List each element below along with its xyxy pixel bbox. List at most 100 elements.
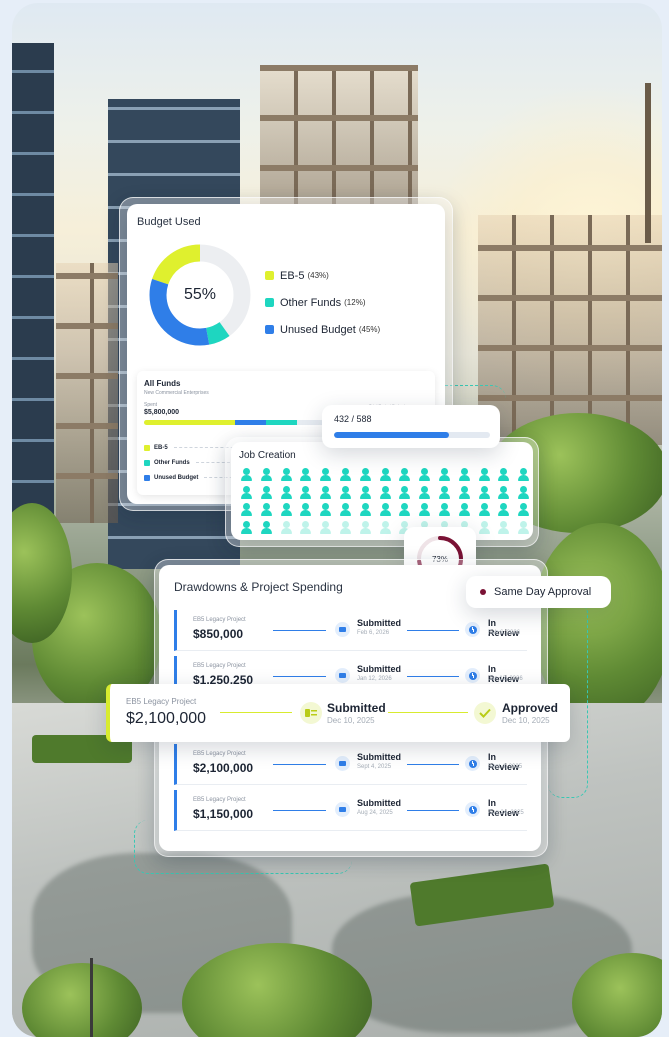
legend-item-other-funds: Other Funds (12%)	[265, 289, 380, 316]
person-icon	[277, 501, 297, 518]
drawdown-amount: $2,100,000	[193, 761, 254, 775]
person-icon	[475, 519, 495, 536]
person-icon	[296, 519, 316, 536]
person-icon	[356, 466, 376, 483]
person-icon	[494, 484, 514, 501]
unused-swatch	[144, 474, 150, 481]
person-icon	[356, 484, 376, 501]
timeline-line	[220, 712, 292, 713]
clock-icon	[465, 668, 480, 683]
timeline-line	[273, 810, 326, 811]
timeline-line	[273, 764, 326, 765]
job-creation-card: Job Creation	[231, 442, 533, 540]
street-lamp	[90, 958, 93, 1037]
jobs-progress-track	[334, 432, 490, 438]
document-icon	[300, 702, 322, 724]
status-date: Jan 12, 2026	[357, 676, 392, 682]
clock-icon	[465, 622, 480, 637]
legend-pct: (12%)	[344, 298, 366, 307]
budget-legend: EB-5 (43%) Other Funds (12%) Unused Budg…	[265, 262, 380, 343]
status-date: Dec 10, 2025	[502, 716, 550, 725]
status-submitted: Submitted	[357, 664, 401, 674]
person-icon	[455, 501, 475, 518]
status-date: Jan 12, 2026	[488, 676, 523, 682]
jobs-progress-fill	[334, 432, 449, 438]
person-icon	[237, 519, 257, 536]
timeline-line	[407, 764, 459, 765]
unused-swatch	[265, 325, 274, 334]
drawdown-amount: $1,150,000	[193, 807, 254, 821]
status-submitted: Submitted	[327, 701, 386, 715]
drawdown-amount: $850,000	[193, 627, 244, 641]
status-date: Feb 6, 2026	[488, 630, 521, 636]
person-icon	[455, 466, 475, 483]
status-submitted: Submitted	[357, 798, 401, 808]
person-icon	[296, 484, 316, 501]
same-day-label: Same Day Approval	[494, 586, 592, 598]
approved-drawdown-row[interactable]: EB5 Legacy Project $2,100,000 Submitted …	[106, 684, 570, 742]
legend-pct: (43%)	[307, 271, 329, 280]
person-icon	[237, 484, 257, 501]
spent-label: Spent	[144, 402, 158, 408]
person-icon	[376, 501, 396, 518]
eb5-segment	[144, 420, 235, 425]
person-icon	[356, 501, 376, 518]
status-date: Sept 4, 2025	[488, 764, 523, 770]
person-icon	[435, 501, 455, 518]
person-icon	[277, 484, 297, 501]
person-icon	[316, 519, 336, 536]
person-icon	[395, 484, 415, 501]
check-icon	[474, 702, 496, 724]
construction-frame-center	[260, 65, 418, 215]
status-date: Sept 4, 2025	[357, 764, 392, 770]
person-icon	[336, 466, 356, 483]
document-icon	[335, 622, 350, 637]
job-people-grid	[237, 466, 534, 535]
person-icon	[376, 484, 396, 501]
person-icon	[494, 466, 514, 483]
person-icon	[296, 466, 316, 483]
person-icon	[237, 466, 257, 483]
legend-label: EB-5	[154, 444, 168, 451]
person-icon	[494, 501, 514, 518]
drawdown-row[interactable]: EB5 Legacy Project $1,150,000 Submitted Aug…	[174, 790, 527, 831]
legend-label: EB-5	[280, 269, 305, 282]
drawdowns-title: Drawdowns & Project Spending	[174, 580, 343, 594]
drawdown-row[interactable]: EB5 Legacy Project $850,000 Submitted Feb 6…	[174, 610, 527, 651]
other-funds-swatch	[265, 298, 274, 307]
all-funds-subtitle: New Commercial Enterprises	[144, 390, 209, 396]
jobs-progress-card: 432 / 588	[322, 405, 500, 448]
person-icon	[336, 484, 356, 501]
legend-label: Unused Budget	[154, 474, 199, 481]
document-icon	[335, 802, 350, 817]
timeline-line	[273, 630, 326, 631]
legend-item-eb5: EB-5 (43%)	[265, 262, 380, 289]
person-icon	[316, 466, 336, 483]
person-icon	[475, 466, 495, 483]
project-name: EB5 Legacy Project	[193, 751, 246, 757]
person-icon	[316, 484, 336, 501]
person-icon	[514, 484, 534, 501]
person-icon	[415, 484, 435, 501]
drawdown-amount: $2,100,000	[126, 710, 207, 727]
person-icon	[435, 466, 455, 483]
person-icon	[514, 501, 534, 518]
status-date: Dec 10, 2025	[327, 716, 375, 725]
person-icon	[296, 501, 316, 518]
person-icon	[395, 501, 415, 518]
person-icon	[257, 466, 277, 483]
status-date: Feb 6, 2026	[357, 630, 390, 636]
status-date: Aug 24, 2025	[357, 810, 393, 816]
crane-mast	[645, 83, 651, 243]
person-icon	[376, 466, 396, 483]
same-day-approval-badge: Same Day Approval	[466, 576, 611, 608]
person-icon	[277, 466, 297, 483]
jobs-progress-label: 432 / 588	[334, 414, 372, 424]
status-submitted: Submitted	[357, 618, 401, 628]
clock-icon	[465, 756, 480, 771]
spent-amount: $5,800,000	[144, 409, 180, 416]
eb5-swatch	[144, 444, 150, 451]
legend-label: Other Funds	[154, 459, 190, 466]
drawdown-row[interactable]: EB5 Legacy Project $2,100,000 Submitted Sep…	[174, 744, 527, 785]
construction-frame-left	[56, 263, 118, 523]
